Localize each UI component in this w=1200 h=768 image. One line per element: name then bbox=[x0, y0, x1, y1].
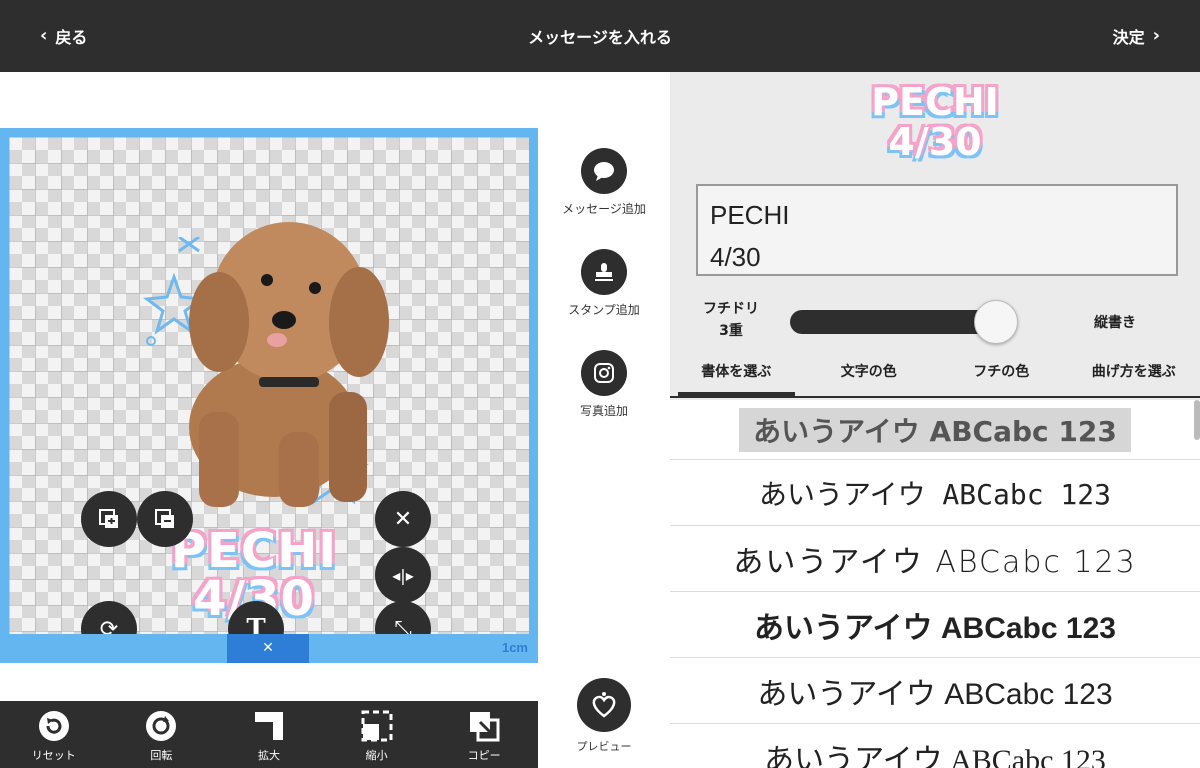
copy-button[interactable]: コピー bbox=[430, 701, 538, 768]
outline-label-line2: 3重 bbox=[719, 323, 743, 339]
outline-slider[interactable] bbox=[790, 310, 1004, 334]
copy-label: コピー bbox=[467, 749, 501, 762]
close-icon: ✕ bbox=[393, 506, 413, 532]
resize-icon: ⤡ bbox=[394, 616, 412, 635]
layer-up-icon bbox=[99, 509, 118, 528]
vertical-writing-toggle[interactable]: 縦書き bbox=[1094, 312, 1136, 332]
page-title: メッセージを入れる bbox=[528, 28, 672, 47]
layer-forward-button[interactable] bbox=[81, 491, 137, 547]
confirm-button[interactable]: 決定 › bbox=[1113, 24, 1160, 48]
shrink-button[interactable]: 縮小 bbox=[323, 701, 431, 768]
tab-curve[interactable]: 曲げ方を選ぶ bbox=[1068, 352, 1200, 396]
font-sample: あいうアイウ ABCabc 123 bbox=[757, 677, 1113, 711]
text-preview: PECHI 4/30 bbox=[670, 82, 1200, 162]
rotate-button[interactable]: 回転 bbox=[108, 701, 216, 768]
font-option[interactable]: あいうアイウ ABCabc 123 bbox=[670, 526, 1200, 592]
font-option[interactable]: あいうアイウ ABCabc 123 bbox=[670, 658, 1200, 724]
preview-line1: PECHI bbox=[871, 80, 999, 124]
enlarge-label: 拡大 bbox=[257, 749, 280, 762]
font-option[interactable]: あいうアイウ ABCabc 123 bbox=[670, 592, 1200, 658]
enlarge-icon bbox=[215, 709, 323, 743]
shrink-label: 縮小 bbox=[365, 749, 388, 762]
stamp-icon bbox=[581, 249, 627, 295]
font-list: あいうアイウ ABCabc 123 あいうアイウ ABCabc 123 あいうア… bbox=[670, 400, 1200, 768]
scale-label: 1cm bbox=[501, 640, 528, 655]
rotate-label: 回転 bbox=[150, 749, 173, 762]
preview-line2: 4/30 bbox=[888, 120, 982, 164]
chevron-right-icon: › bbox=[1152, 25, 1160, 46]
outline-slider-knob[interactable] bbox=[974, 300, 1018, 344]
text-icon: T bbox=[246, 614, 266, 634]
flip-button[interactable]: ◂|▸ bbox=[375, 547, 431, 603]
layer-down-icon bbox=[155, 509, 174, 528]
font-list-scrollbar[interactable] bbox=[1194, 400, 1200, 440]
copy-icon bbox=[430, 709, 538, 743]
rotate-icon bbox=[108, 709, 216, 743]
speech-bubble-icon bbox=[581, 148, 627, 194]
flip-horizontal-icon: ◂|▸ bbox=[392, 565, 414, 585]
font-sample: あいうアイウ ABCabc 123 bbox=[758, 477, 1112, 511]
reset-label: リセット bbox=[31, 749, 76, 762]
outline-label: フチドリ 3重 bbox=[696, 298, 766, 342]
layer-backward-button[interactable] bbox=[137, 491, 193, 547]
tab-outline-color[interactable]: フチの色 bbox=[935, 352, 1068, 396]
font-option[interactable]: あいうアイウ ABCabc 123 bbox=[670, 724, 1200, 768]
top-bar: ‹ 戻る メッセージを入れる 決定 › bbox=[0, 0, 1200, 72]
font-sample: あいうアイウ ABCabc 123 bbox=[733, 544, 1137, 580]
font-option[interactable]: あいうアイウ ABCabc 123 bbox=[670, 460, 1200, 526]
canvas-collapse-tab[interactable]: ✕ bbox=[227, 634, 309, 663]
preview-label: プレビュー bbox=[576, 740, 632, 753]
font-sample: あいうアイウ ABCabc 123 bbox=[754, 611, 1116, 645]
dog-photo[interactable] bbox=[159, 212, 409, 512]
canvas-bottom-bar: ✕ 1cm bbox=[0, 634, 538, 663]
add-panel: メッセージ追加 スタンプ追加 写真追加 プレビュー bbox=[538, 72, 670, 768]
heart-icon bbox=[577, 678, 631, 732]
add-photo-label: 写真追加 bbox=[579, 404, 628, 418]
font-sample: あいうアイウ ABCabc 123 bbox=[764, 743, 1106, 768]
tab-text-color[interactable]: 文字の色 bbox=[803, 352, 936, 396]
edit-toolbar: リセット 回転 拡大 縮小 コピー bbox=[0, 701, 538, 768]
shrink-icon bbox=[323, 709, 431, 743]
text-settings-panel: PECHI 4/30 PECHI 4/30 フチドリ 3重 縦書き 書体を選ぶ … bbox=[670, 72, 1200, 768]
reset-button[interactable]: リセット bbox=[0, 701, 108, 768]
confirm-label: 決定 bbox=[1112, 28, 1145, 47]
outline-label-line1: フチドリ bbox=[703, 301, 759, 317]
message-textarea[interactable]: PECHI 4/30 bbox=[696, 184, 1178, 276]
style-tabs: 書体を選ぶ 文字の色 フチの色 曲げ方を選ぶ bbox=[670, 352, 1200, 398]
design-canvas[interactable]: PECHI 4/30 ✕ ◂|▸ ⟳ T ⤡ bbox=[9, 137, 529, 634]
reset-icon bbox=[0, 709, 108, 743]
preview-button[interactable]: プレビュー bbox=[538, 678, 670, 754]
close-small-icon: ✕ bbox=[262, 640, 274, 656]
add-stamp-label: スタンプ追加 bbox=[568, 303, 640, 317]
enlarge-button[interactable]: 拡大 bbox=[215, 701, 323, 768]
add-stamp-button[interactable]: スタンプ追加 bbox=[538, 249, 670, 318]
design-canvas-frame: PECHI 4/30 ✕ ◂|▸ ⟳ T ⤡ ✕ 1cm bbox=[0, 128, 538, 663]
font-option[interactable]: あいうアイウ ABCabc 123 bbox=[670, 400, 1200, 460]
delete-button[interactable]: ✕ bbox=[375, 491, 431, 547]
camera-icon bbox=[581, 350, 627, 396]
add-photo-button[interactable]: 写真追加 bbox=[538, 350, 670, 419]
tab-font[interactable]: 書体を選ぶ bbox=[670, 352, 803, 396]
rotate-icon: ⟳ bbox=[99, 616, 119, 635]
add-message-label: メッセージ追加 bbox=[562, 202, 646, 216]
font-sample: あいうアイウ ABCabc 123 bbox=[739, 407, 1131, 452]
add-message-button[interactable]: メッセージ追加 bbox=[538, 148, 670, 217]
